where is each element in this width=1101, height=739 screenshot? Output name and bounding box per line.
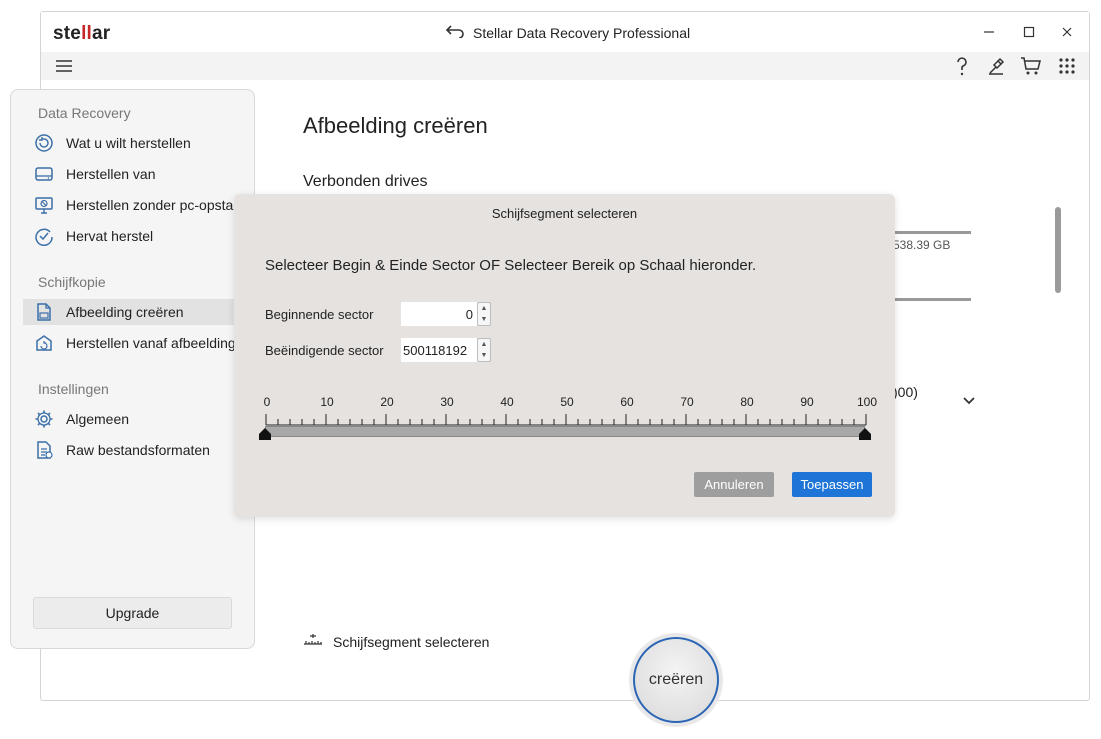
chevron-up-icon[interactable]: ▲ xyxy=(478,339,490,350)
sidebar-item-recover-without-boot[interactable]: Herstellen zonder pc-opstart xyxy=(23,192,256,218)
monitor-off-icon xyxy=(33,194,55,216)
end-sector-label: Beëindigende sector xyxy=(265,343,384,358)
sidebar-item-label: Herstellen zonder pc-opstart xyxy=(66,197,242,213)
scale-label: 100 xyxy=(856,395,878,409)
sidebar-item-create-image[interactable]: Afbeelding creëren xyxy=(23,299,256,325)
sidebar: Data Recovery Wat u wilt herstellen Hers… xyxy=(10,89,256,649)
dialog-title: Schijfsegment selecteren xyxy=(491,206,638,221)
create-image-icon xyxy=(33,301,55,323)
sidebar-item-what-to-recover[interactable]: Wat u wilt herstellen xyxy=(23,130,256,156)
range-slider-track[interactable] xyxy=(265,426,865,437)
cancel-button[interactable]: Annuleren xyxy=(694,472,774,497)
sidebar-item-resume-recovery[interactable]: Hervat herstel xyxy=(23,223,256,249)
title-bar: stellar Stellar Data Recovery Profession… xyxy=(41,12,1089,52)
gear-icon xyxy=(33,408,55,430)
sidebar-heading-data-recovery: Data Recovery xyxy=(38,105,131,121)
tools-icon[interactable] xyxy=(984,55,1008,77)
restore-image-icon xyxy=(33,332,55,354)
select-segment-dialog: Schijfsegment selecteren Selecteer Begin… xyxy=(234,194,895,517)
chevron-down-icon[interactable]: ▼ xyxy=(478,314,490,325)
range-ruler xyxy=(265,414,867,426)
hamburger-menu-icon[interactable] xyxy=(52,55,76,77)
drive-usage-bar xyxy=(895,231,971,234)
sidebar-heading-settings: Instellingen xyxy=(38,381,109,397)
sidebar-item-label: Wat u wilt herstellen xyxy=(66,135,191,151)
sidebar-heading-disk-image: Schijfkopie xyxy=(38,274,106,290)
sidebar-item-label: Herstellen vanaf afbeelding xyxy=(66,335,236,351)
scale-label: 50 xyxy=(560,395,574,409)
select-segment-link[interactable]: Schijfsegment selecteren xyxy=(303,632,489,651)
sidebar-item-recover-from[interactable]: Herstellen van xyxy=(23,161,256,187)
help-icon[interactable] xyxy=(950,55,974,77)
dialog-instruction: Selecteer Begin & Einde Sector OF Select… xyxy=(265,257,757,274)
connected-drives-heading: Verbonden drives xyxy=(303,173,428,190)
raw-file-icon xyxy=(33,439,55,461)
window-title-group: Stellar Data Recovery Professional xyxy=(445,24,690,41)
scale-label: 20 xyxy=(380,395,394,409)
sidebar-item-label: Algemeen xyxy=(66,411,130,427)
segment-ruler-icon xyxy=(303,632,323,651)
start-sector-label: Beginnende sector xyxy=(265,307,374,322)
page-title: Afbeelding creëren xyxy=(303,113,488,138)
sidebar-item-label: Hervat herstel xyxy=(66,228,154,244)
scale-label: 40 xyxy=(500,395,514,409)
sidebar-item-general[interactable]: Algemeen xyxy=(23,406,256,432)
apps-grid-icon[interactable] xyxy=(1055,55,1079,77)
sidebar-item-label: Raw bestandsformaten xyxy=(66,442,210,458)
chevron-up-icon[interactable]: ▲ xyxy=(478,303,490,314)
end-sector-input[interactable]: 500118192 xyxy=(401,338,477,362)
upgrade-button[interactable]: Upgrade xyxy=(33,597,232,629)
toolbar xyxy=(41,52,1089,80)
scale-label: 30 xyxy=(440,395,454,409)
drive-icon xyxy=(33,163,55,185)
drive-paren-text: )00) xyxy=(893,384,918,400)
scale-label: 10 xyxy=(320,395,334,409)
drive-usage-bar-2 xyxy=(895,298,971,301)
scale-label: 70 xyxy=(680,395,694,409)
sidebar-item-label: Afbeelding creëren xyxy=(66,304,184,320)
select-segment-label: Schijfsegment selecteren xyxy=(333,633,490,650)
sidebar-item-raw-formats[interactable]: Raw bestandsformaten xyxy=(23,437,256,463)
start-sector-input[interactable]: 0 xyxy=(401,302,477,326)
close-button[interactable] xyxy=(1052,20,1082,44)
create-button[interactable]: creëren xyxy=(633,637,719,723)
range-end-handle[interactable] xyxy=(859,427,871,440)
scale-label: 0 xyxy=(263,395,271,409)
restore-circle-icon xyxy=(33,132,55,154)
stellar-logo: stellar xyxy=(53,23,111,44)
end-sector-stepper[interactable]: ▲ ▼ xyxy=(477,338,491,362)
window-title: Stellar Data Recovery Professional xyxy=(473,24,691,41)
range-start-handle[interactable] xyxy=(259,427,271,440)
maximize-button[interactable] xyxy=(1014,20,1044,44)
cart-icon[interactable] xyxy=(1019,55,1043,77)
apply-button[interactable]: Toepassen xyxy=(792,472,872,497)
back-arrow-icon[interactable] xyxy=(445,24,465,41)
drive-size-text: 538.39 GB xyxy=(893,238,951,252)
scale-label: 60 xyxy=(620,395,634,409)
scale-label: 80 xyxy=(740,395,754,409)
chevron-down-icon[interactable]: ▼ xyxy=(478,350,490,361)
resume-check-icon xyxy=(33,225,55,247)
scale-label: 90 xyxy=(800,395,814,409)
sidebar-item-label: Herstellen van xyxy=(66,166,156,182)
start-sector-stepper[interactable]: ▲ ▼ xyxy=(477,302,491,326)
sidebar-item-restore-from-image[interactable]: Herstellen vanaf afbeelding xyxy=(23,330,256,356)
minimize-button[interactable] xyxy=(974,20,1004,44)
scrollbar[interactable] xyxy=(1055,207,1061,293)
chevron-down-icon[interactable] xyxy=(961,394,977,408)
